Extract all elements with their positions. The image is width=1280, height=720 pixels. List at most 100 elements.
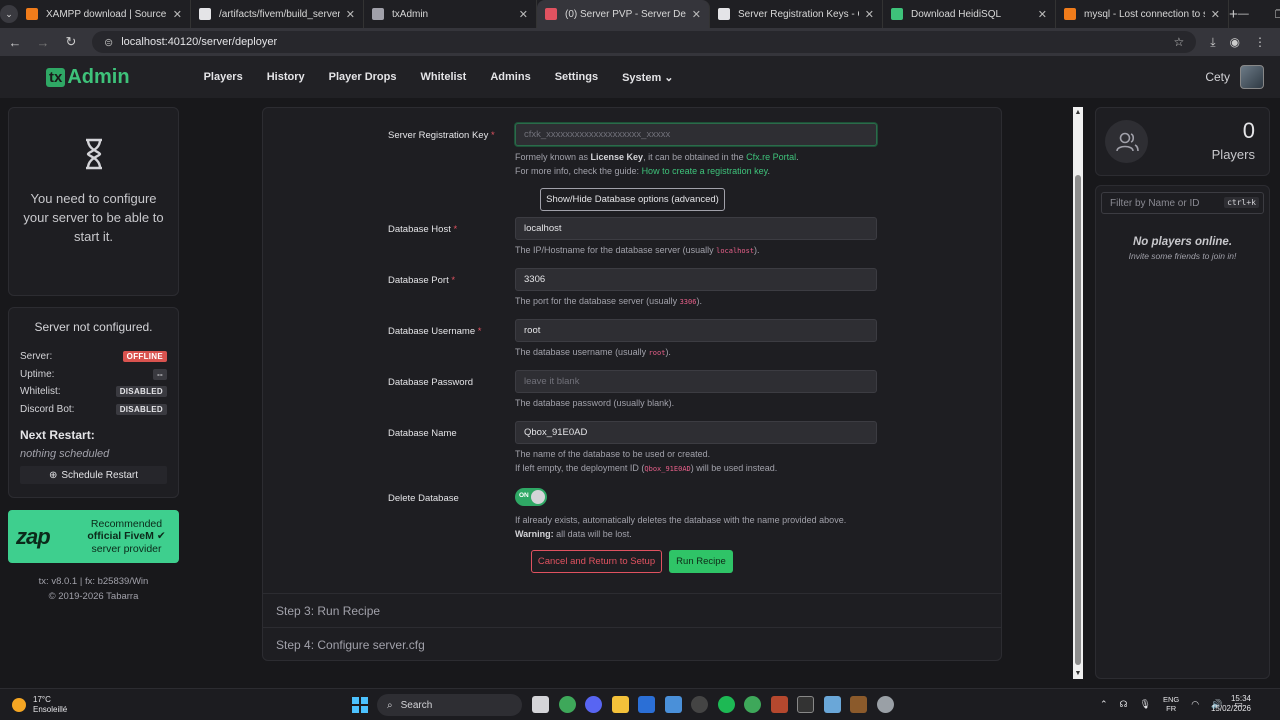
scroll-down-icon[interactable]: ▼ <box>1074 670 1082 677</box>
reload-icon[interactable]: ↻ <box>64 34 78 50</box>
regkey-input[interactable]: cfxk_xxxxxxxxxxxxxxxxxxxx_xxxxx <box>515 123 877 146</box>
toggle-knob <box>531 490 545 504</box>
tab-close-icon[interactable]: ✕ <box>1211 8 1220 21</box>
back-icon[interactable]: ← <box>8 35 22 50</box>
bookmark-star-icon[interactable]: ☆ <box>1173 35 1184 49</box>
chevron-up-icon[interactable]: ⌃ <box>1100 699 1108 710</box>
photos-icon[interactable] <box>664 696 682 713</box>
app-icon-dark[interactable] <box>691 696 708 713</box>
tab-close-icon[interactable]: ✕ <box>346 8 355 21</box>
terminal-icon[interactable] <box>797 696 814 713</box>
browser-tab[interactable]: XAMPP download | SourceForge ✕ <box>18 0 191 28</box>
app-icon-light-blue[interactable] <box>823 696 841 713</box>
weather-widget[interactable]: 17°C Ensoleillé <box>12 695 67 715</box>
txadmin-logo[interactable]: tx Admin <box>46 66 130 89</box>
new-tab-button[interactable]: + <box>1229 0 1238 28</box>
zap-hosting-banner[interactable]: zap Recommended official FiveM ✔ server … <box>8 510 179 563</box>
browser-tab[interactable]: mysql - Lost connection to server ✕ <box>1056 0 1229 28</box>
restore-icon[interactable]: ❐ <box>1275 8 1280 21</box>
deployer-panel: Server Registration Key * cfxk_xxxxxxxxx… <box>262 107 1002 661</box>
status-label: Server: <box>20 351 53 363</box>
toggle-db-options-button[interactable]: Show/Hide Database options (advanced) <box>540 188 725 211</box>
minimize-icon[interactable]: — <box>1238 8 1249 20</box>
chevron-down-icon: ⌄ <box>0 5 18 23</box>
forward-icon[interactable]: → <box>36 35 50 50</box>
step4-header[interactable]: Step 4: Configure server.cfg <box>263 627 1001 660</box>
kebab-menu-icon[interactable]: ⋮ <box>1254 35 1266 50</box>
file-explorer-icon[interactable] <box>611 696 629 713</box>
browser-tab[interactable]: (0) Server PVP - Server Deployer ✕ <box>537 0 710 28</box>
wifi-icon[interactable]: ◠ <box>1191 699 1199 710</box>
app-icon-brown[interactable] <box>850 696 867 713</box>
taskbar-clock[interactable]: 15:34 15/02/2026 <box>1205 694 1251 714</box>
user-menu[interactable]: Cety <box>1205 65 1280 89</box>
headset-icon[interactable]: ☊ <box>1120 699 1128 710</box>
start-button-icon[interactable] <box>352 697 368 713</box>
url-bar[interactable]: ⊜ localhost:40120/server/deployer ☆ <box>92 31 1197 53</box>
url-text: localhost:40120/server/deployer <box>121 36 278 48</box>
scroll-up-icon[interactable]: ▲ <box>1074 109 1082 116</box>
profile-icon[interactable]: ◉ <box>1230 35 1240 50</box>
db-port-input[interactable]: 3306 <box>515 268 877 291</box>
cancel-return-button[interactable]: Cancel and Return to Setup <box>531 550 662 573</box>
hourglass-icon <box>85 138 102 170</box>
db-user-input[interactable]: root <box>515 319 877 342</box>
status-row: Discord Bot: DISABLED <box>20 401 167 419</box>
regkey-guide-link[interactable]: How to create a registration key <box>642 166 768 176</box>
tab-title: Server Registration Keys - Cfx.re <box>738 8 859 20</box>
status-badge: DISABLED <box>115 386 167 398</box>
browser-tab[interactable]: Server Registration Keys - Cfx.re ✕ <box>710 0 883 28</box>
cfx-portal-link[interactable]: Cfx.re Portal <box>746 152 796 162</box>
winrar-icon[interactable] <box>770 696 788 713</box>
player-filter-input[interactable]: Filter by Name or ID ctrl+k <box>1101 192 1264 214</box>
db-pass-input[interactable]: leave it blank <box>515 370 877 393</box>
app-icon-blue[interactable] <box>638 696 655 713</box>
nav-item[interactable]: Settings <box>543 71 610 84</box>
spotify-icon[interactable] <box>717 696 735 713</box>
db-user-label: Database Username * <box>388 326 482 337</box>
server-status-card: Server not configured. Server: OFFLINE Upt… <box>8 307 179 498</box>
taskbar-search[interactable]: ⌕ Search <box>377 694 522 716</box>
run-recipe-button[interactable]: Run Recipe <box>669 550 733 573</box>
nav-item[interactable]: Admins <box>478 71 542 84</box>
tab-favicon-icon <box>372 8 384 20</box>
chrome-profile-icon[interactable] <box>744 696 761 713</box>
nav-item[interactable]: Players <box>192 71 255 84</box>
zap-logo: zap <box>16 523 51 549</box>
nav-item[interactable]: Player Drops <box>317 71 409 84</box>
nav-item[interactable]: History <box>255 71 317 84</box>
next-restart-title: Next Restart: <box>20 428 95 442</box>
download-icon[interactable]: ⤓ <box>1210 35 1215 50</box>
db-pass-help: The database password (usually blank). <box>515 398 675 408</box>
db-name-input[interactable]: Qbox_91E0AD <box>515 421 877 444</box>
scroll-thumb[interactable] <box>1075 175 1081 665</box>
page-scrollbar[interactable]: ▲ ▼ <box>1073 107 1083 679</box>
clock-date: 15/02/2026 <box>1210 704 1251 713</box>
settings-gear-icon[interactable] <box>876 696 894 713</box>
schedule-restart-button[interactable]: ⊕ Schedule Restart <box>20 466 167 484</box>
browser-tab[interactable]: /artifacts/fivem/build_server_win ✕ <box>191 0 364 28</box>
tab-search-button[interactable]: ⌄ <box>0 0 18 28</box>
language-indicator[interactable]: ENG FR <box>1163 695 1179 713</box>
site-info-icon[interactable]: ⊜ <box>104 36 113 49</box>
delete-db-toggle[interactable]: ON <box>515 488 547 506</box>
discord-icon[interactable] <box>585 696 602 713</box>
verified-icon: ✔ <box>156 530 166 543</box>
chrome-icon[interactable] <box>558 696 576 713</box>
toggle-on-text: ON <box>519 492 529 499</box>
tab-close-icon[interactable]: ✕ <box>692 8 701 21</box>
task-view-icon[interactable] <box>532 696 549 713</box>
tab-close-icon[interactable]: ✕ <box>865 8 874 21</box>
tab-favicon-icon <box>891 8 903 20</box>
microphone-icon[interactable]: 🎙 <box>1140 699 1151 710</box>
browser-tab[interactable]: Download HeidiSQL ✕ <box>883 0 1056 28</box>
nav-item[interactable]: System ⌄ <box>610 71 685 84</box>
nav-item[interactable]: Whitelist <box>409 71 479 84</box>
tab-close-icon[interactable]: ✕ <box>173 8 182 21</box>
browser-tab[interactable]: txAdmin ✕ <box>364 0 537 28</box>
step3-header[interactable]: Step 3: Run Recipe <box>263 593 1001 627</box>
db-host-input[interactable]: localhost <box>515 217 877 240</box>
tab-close-icon[interactable]: ✕ <box>1038 8 1047 21</box>
delete-db-help: If already exists, automatically deletes… <box>515 515 847 539</box>
tab-close-icon[interactable]: ✕ <box>519 8 528 21</box>
